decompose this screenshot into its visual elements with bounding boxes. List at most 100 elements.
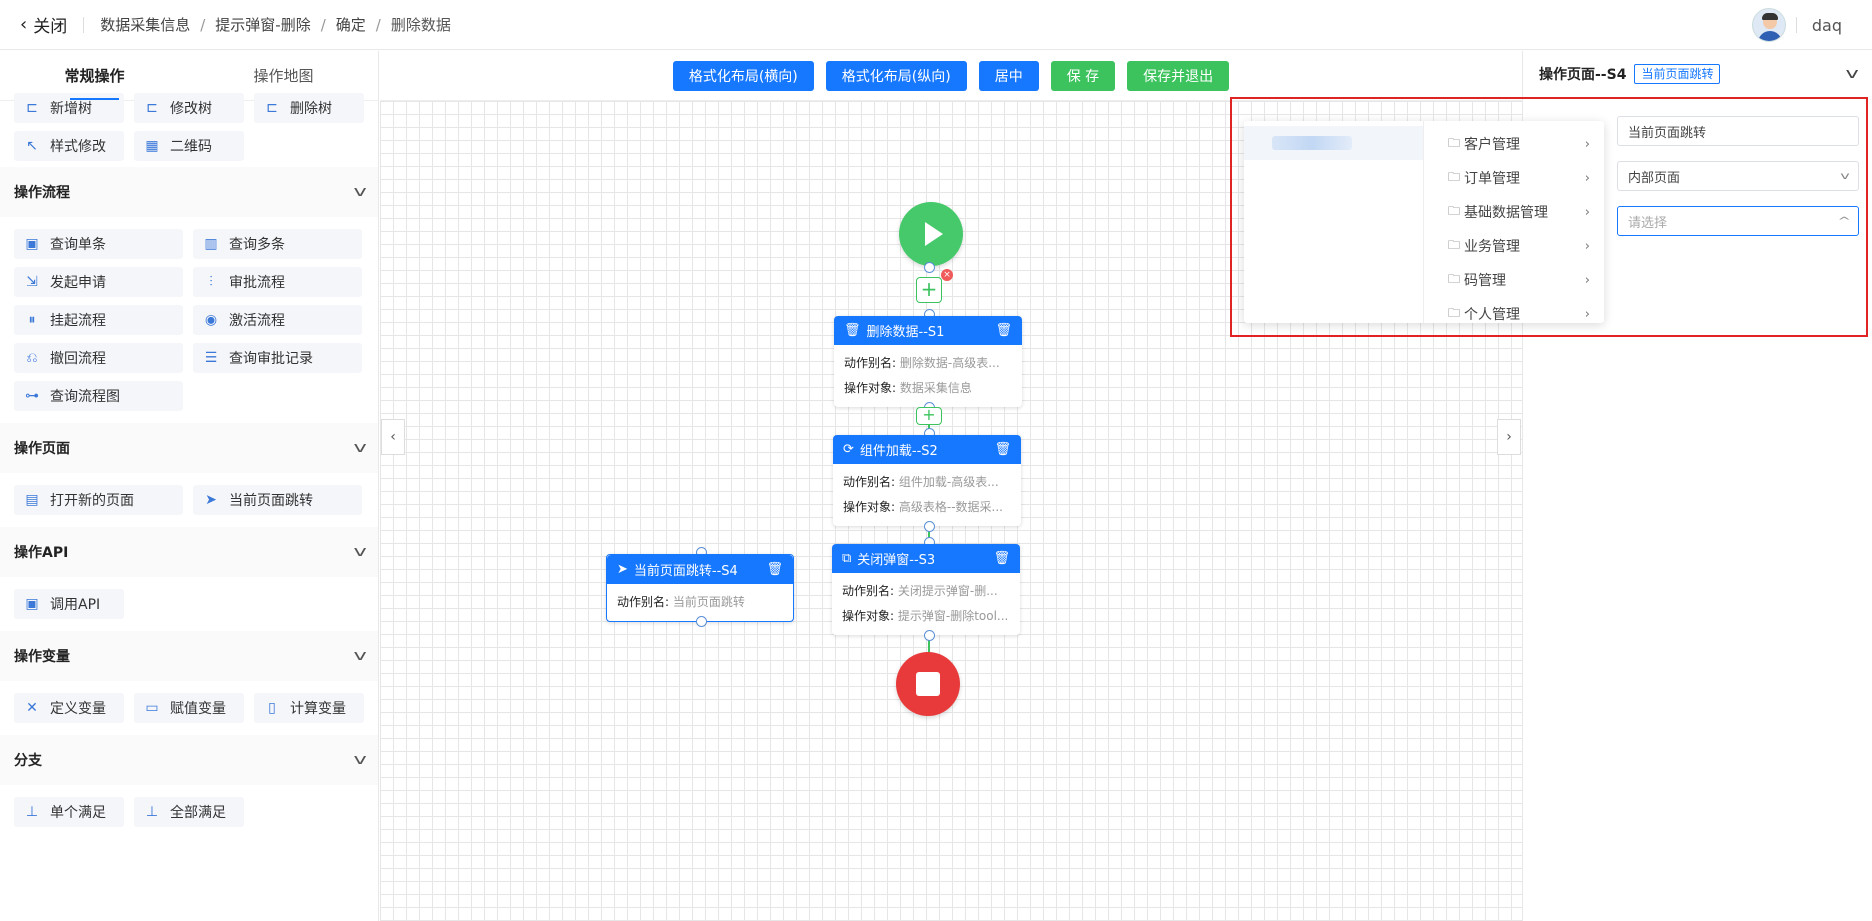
center-button[interactable]: 居中 xyxy=(978,60,1039,91)
all-match-button[interactable]: ⊥ 全部满足 xyxy=(134,797,244,827)
api-icon: ▣ xyxy=(25,596,39,612)
properties-header: 操作页面--S4 当前页面跳转 v xyxy=(1523,51,1872,97)
chevron-down-icon: v xyxy=(353,544,367,560)
pause-icon: ⏸ xyxy=(28,312,36,328)
breadcrumb-current: 删除数据 xyxy=(390,16,451,34)
close-button[interactable]: ‹ 关闭 xyxy=(20,12,67,37)
query-flowchart-button[interactable]: ⊶ 查询流程图 xyxy=(14,381,183,411)
section-branch-header[interactable]: 分支 v xyxy=(0,735,378,785)
chevron-down-icon[interactable]: v xyxy=(1845,66,1858,82)
collapse-right-button[interactable]: › xyxy=(1497,419,1521,455)
save-exit-button[interactable]: 保存并退出 xyxy=(1127,60,1230,91)
left-tabs: 常规操作 操作地图 xyxy=(0,51,378,101)
delete-node-icon[interactable]: 🗑 xyxy=(766,562,783,577)
canvas-toolbar: 格式化布局(横向) 格式化布局(纵向) 居中 保 存 保存并退出 xyxy=(380,51,1522,101)
breadcrumb-item[interactable]: 数据采集信息 xyxy=(100,14,190,35)
search-doc-icon: ▣ xyxy=(25,236,39,252)
call-api-button[interactable]: ▣ 调用API xyxy=(14,589,124,619)
add-step-button[interactable]: + xyxy=(916,407,942,425)
stop-icon xyxy=(916,672,940,696)
current-page-jump-button[interactable]: ➤ 当前页面跳转 xyxy=(193,485,362,515)
end-node[interactable] xyxy=(896,652,960,716)
send-icon: ➤ xyxy=(617,562,628,577)
chevron-down-icon: v xyxy=(353,752,367,768)
remove-icon[interactable]: × xyxy=(941,269,953,281)
bar-chart-icon: ▥ xyxy=(204,236,218,252)
play-icon xyxy=(925,222,943,246)
pointer-icon: ↖ xyxy=(26,138,38,154)
activate-flow-button[interactable]: ◉ 激活流程 xyxy=(193,305,362,335)
send-icon: ➤ xyxy=(205,492,217,508)
tab-regular-operations[interactable]: 常规操作 xyxy=(0,51,189,100)
delete-node-icon[interactable]: 🗑 xyxy=(995,323,1012,338)
single-match-button[interactable]: ⊥ 单个满足 xyxy=(14,797,124,827)
divider xyxy=(83,16,85,33)
query-single-button[interactable]: ▣ 查询单条 xyxy=(14,229,183,259)
flow-node-s4[interactable]: ➤ 当前页面跳转--S4 🗑 动作别名: 当前页面跳转 xyxy=(606,554,794,622)
chevron-down-icon: v xyxy=(353,440,367,456)
send-doc-icon: ⇲ xyxy=(26,274,38,290)
define-variable-button[interactable]: ✕ 定义变量 xyxy=(14,693,124,723)
calculator-icon: ▯ xyxy=(268,700,276,716)
copy-icon: ⧉ xyxy=(842,551,852,566)
query-approval-records-button[interactable]: ☰ 查询审批记录 xyxy=(193,343,362,373)
breadcrumb: 数据采集信息 / 提示弹窗-删除 / 确定 / 删除数据 xyxy=(100,14,451,35)
start-request-button[interactable]: ⇲ 发起申请 xyxy=(14,267,183,297)
save-button[interactable]: 保 存 xyxy=(1050,60,1116,91)
section-flow-header[interactable]: 操作流程 v xyxy=(0,167,378,217)
flow-icon: ⫶ xyxy=(209,274,213,290)
qrcode-button[interactable]: ▦ 二维码 xyxy=(134,131,244,161)
branch-all-icon: ⊥ xyxy=(145,804,159,820)
terminal-icon: ▭ xyxy=(145,700,159,716)
style-modify-button[interactable]: ↖ 样式修改 xyxy=(14,131,124,161)
page-icon: ▤ xyxy=(25,492,39,508)
add-step-button[interactable]: + xyxy=(916,277,942,303)
delete-node-icon[interactable]: 🗑 xyxy=(994,442,1011,457)
tree-edit-icon: ⊏ xyxy=(146,100,158,116)
assign-variable-button[interactable]: ▭ 赋值变量 xyxy=(134,693,244,723)
trash-icon: 🗑 xyxy=(844,323,861,338)
flow-node-s1[interactable]: 🗑 删除数据--S1 🗑 动作别名: 删除数据-高级表... 操作对象: 数据采集信… xyxy=(834,316,1022,407)
tab-operation-map[interactable]: 操作地图 xyxy=(189,51,378,100)
flow-node-s3[interactable]: ⧉ 关闭弹窗--S3 🗑 动作别名: 关闭提示弹窗-删... 操作对象: 提示弹窗-… xyxy=(832,544,1020,635)
layout-horizontal-button[interactable]: 格式化布局(横向) xyxy=(672,60,814,91)
section-page-header[interactable]: 操作页面 v xyxy=(0,423,378,473)
branch-icon: ⊥ xyxy=(25,804,39,820)
section-api-header[interactable]: 操作API v xyxy=(0,527,378,577)
withdraw-icon: ⎌ xyxy=(26,350,38,366)
delete-node-icon[interactable]: 🗑 xyxy=(993,551,1010,566)
layout-vertical-button[interactable]: 格式化布局(纵向) xyxy=(825,60,967,91)
connection-port[interactable] xyxy=(696,616,707,627)
compute-variable-button[interactable]: ▯ 计算变量 xyxy=(254,693,364,723)
tree-add-icon: ⊏ xyxy=(26,100,38,116)
chevron-right-icon: › xyxy=(1506,429,1512,445)
user-menu[interactable]: daq xyxy=(1751,8,1842,42)
withdraw-flow-button[interactable]: ⎌ 撤回流程 xyxy=(14,343,183,373)
suspend-flow-button[interactable]: ⏸ 挂起流程 xyxy=(14,305,183,335)
section-variable-header[interactable]: 操作变量 v xyxy=(0,631,378,681)
chevron-left-icon: ‹ xyxy=(390,429,396,445)
tree-delete-icon: ⊏ xyxy=(266,100,278,116)
flow-node-s2[interactable]: ⟳ 组件加载--S2 🗑 动作别名: 组件加载-高级表... 操作对象: 高级表格-… xyxy=(833,435,1021,526)
connection-port[interactable] xyxy=(924,630,935,641)
query-multi-button[interactable]: ▥ 查询多条 xyxy=(193,229,362,259)
annotation-highlight-box xyxy=(1230,97,1868,337)
action-type-badge: 当前页面跳转 xyxy=(1634,64,1721,84)
breadcrumb-item[interactable]: 确定 xyxy=(336,14,366,35)
open-new-page-button[interactable]: ▤ 打开新的页面 xyxy=(14,485,183,515)
connection-port[interactable] xyxy=(924,262,935,273)
connection-port[interactable] xyxy=(924,521,935,532)
hierarchy-icon: ⊶ xyxy=(25,388,39,404)
record-list-icon: ☰ xyxy=(204,350,218,366)
avatar[interactable] xyxy=(1751,8,1786,42)
start-node[interactable] xyxy=(899,202,963,266)
close-label: 关闭 xyxy=(33,17,68,37)
refresh-icon: ⟳ xyxy=(843,442,854,457)
collapse-left-button[interactable]: ‹ xyxy=(381,419,405,455)
user-name[interactable]: daq xyxy=(1812,16,1842,35)
record-icon: ◉ xyxy=(204,312,218,328)
properties-title: 操作页面--S4 xyxy=(1539,67,1627,83)
breadcrumb-item[interactable]: 提示弹窗-删除 xyxy=(215,14,310,35)
qrcode-icon: ▦ xyxy=(145,138,159,154)
approve-flow-button[interactable]: ⫶ 审批流程 xyxy=(193,267,362,297)
